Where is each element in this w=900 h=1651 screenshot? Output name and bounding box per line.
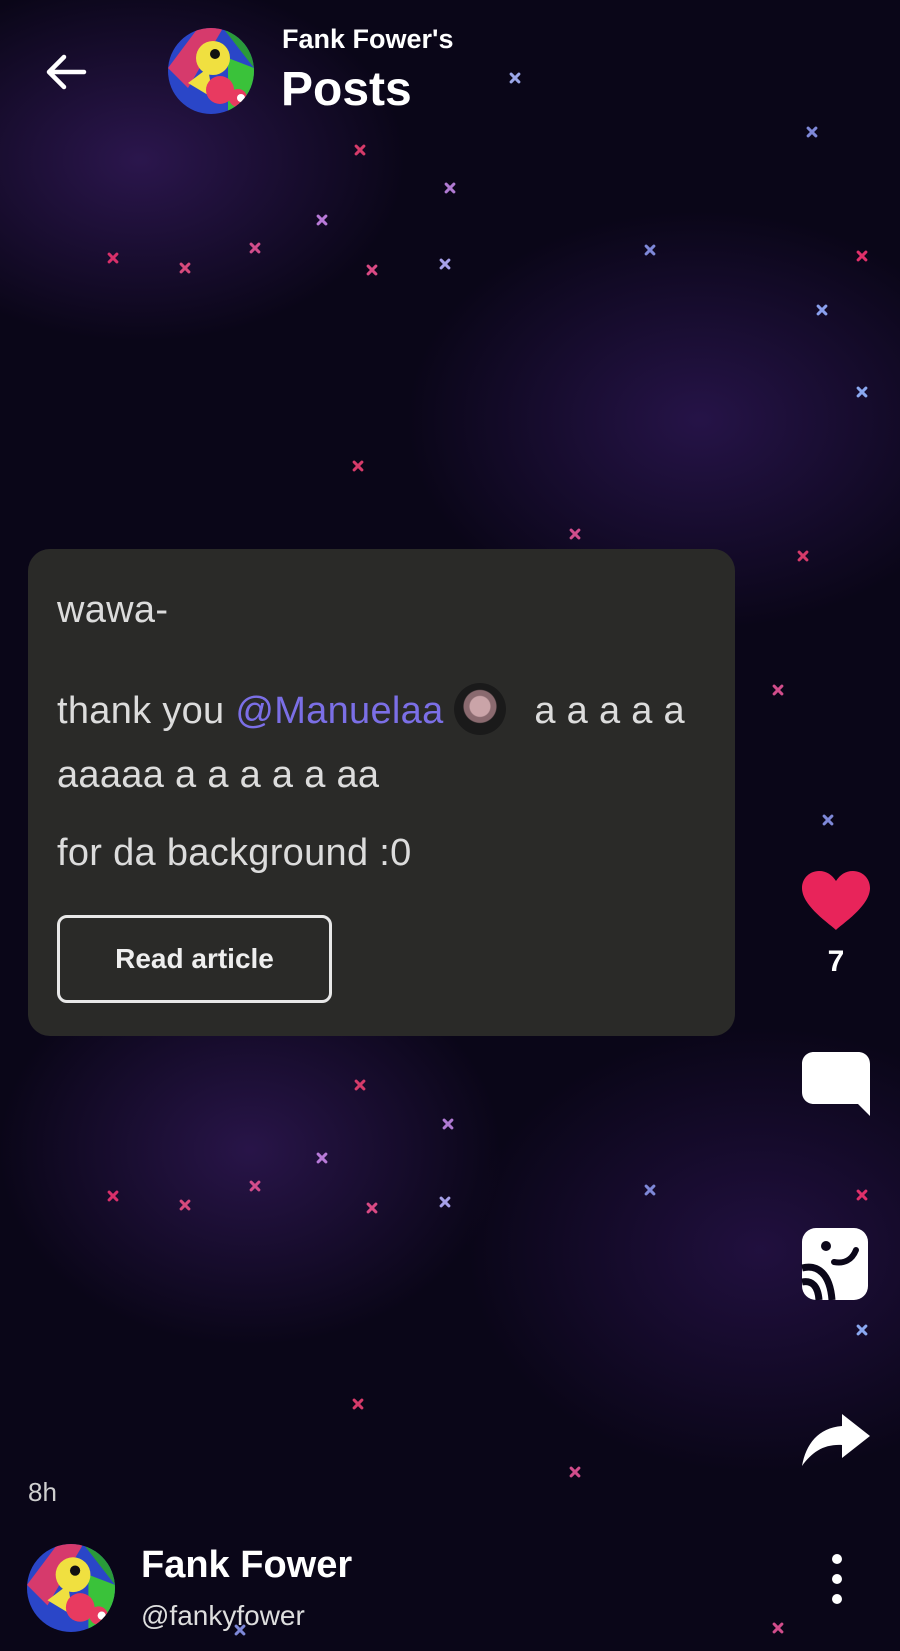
header-avatar[interactable] bbox=[168, 28, 254, 114]
star-decoration bbox=[805, 125, 819, 139]
star-decoration bbox=[768, 680, 788, 700]
star-decoration bbox=[640, 240, 660, 260]
post-text: thank you bbox=[57, 690, 236, 732]
star-decoration bbox=[351, 1397, 365, 1411]
star-decoration bbox=[351, 459, 365, 473]
mention-avatar bbox=[453, 682, 506, 735]
star-decoration bbox=[245, 238, 265, 258]
post-text-line: wawa- bbox=[57, 589, 169, 631]
save-icon bbox=[801, 1228, 868, 1301]
author-avatar[interactable] bbox=[27, 1544, 115, 1632]
star-decoration bbox=[822, 814, 833, 825]
arrow-left-icon bbox=[46, 54, 87, 90]
star-decoration bbox=[435, 1192, 455, 1212]
post-timestamp: 8h bbox=[28, 1477, 57, 1507]
page-subtitle: Fank Fower's bbox=[282, 24, 454, 54]
like-button[interactable] bbox=[800, 870, 872, 932]
more-dot bbox=[832, 1574, 842, 1584]
heart-icon bbox=[802, 871, 870, 930]
star-decoration bbox=[175, 258, 195, 278]
star-decoration bbox=[362, 1198, 382, 1218]
star-decoration bbox=[812, 300, 832, 320]
read-article-button[interactable]: Read article bbox=[57, 915, 332, 1003]
avatar-image bbox=[168, 28, 254, 114]
comment-button[interactable] bbox=[800, 1050, 872, 1118]
avatar-image bbox=[27, 1544, 115, 1632]
star-decoration bbox=[852, 382, 872, 402]
star-decoration bbox=[568, 527, 582, 541]
author-handle[interactable]: @fankyfower bbox=[141, 1600, 305, 1632]
star-decoration bbox=[353, 143, 367, 157]
comment-icon bbox=[802, 1052, 870, 1116]
star-decoration bbox=[175, 1195, 195, 1215]
more-dot bbox=[832, 1594, 842, 1604]
post-text-line: for da background :0 bbox=[57, 832, 412, 874]
star-decoration bbox=[435, 254, 455, 274]
star-decoration bbox=[797, 550, 808, 561]
star-decoration bbox=[106, 251, 120, 265]
author-name[interactable]: Fank Fower bbox=[141, 1544, 352, 1587]
star-decoration bbox=[362, 260, 382, 280]
share-button[interactable] bbox=[800, 1412, 872, 1468]
star-decoration bbox=[438, 1114, 458, 1134]
share-icon bbox=[802, 1414, 870, 1466]
mention-link[interactable]: @Manuelaa bbox=[235, 690, 443, 732]
post-card: wawa- thank you @Manuelaa a a a a a aaaa… bbox=[28, 549, 735, 1036]
star-decoration bbox=[353, 1078, 367, 1092]
star-decoration bbox=[855, 1188, 869, 1202]
star-decoration bbox=[852, 1320, 872, 1340]
more-options-button[interactable] bbox=[818, 1554, 856, 1604]
more-dot bbox=[832, 1554, 842, 1564]
post-text-paragraph: thank you @Manuelaa a a a a a aaaaa a a … bbox=[57, 679, 717, 807]
star-decoration bbox=[640, 1180, 660, 1200]
star-decoration bbox=[312, 210, 332, 230]
save-button[interactable] bbox=[800, 1226, 870, 1302]
star-decoration bbox=[855, 249, 869, 263]
star-decoration bbox=[505, 68, 525, 88]
star-decoration bbox=[440, 178, 460, 198]
like-count: 7 bbox=[827, 945, 845, 978]
page-title: Posts bbox=[281, 63, 412, 116]
star-decoration bbox=[768, 1618, 788, 1638]
star-decoration bbox=[568, 1465, 582, 1479]
star-decoration bbox=[106, 1189, 120, 1203]
back-button[interactable] bbox=[40, 48, 92, 96]
star-decoration bbox=[312, 1148, 332, 1168]
star-decoration bbox=[245, 1176, 265, 1196]
